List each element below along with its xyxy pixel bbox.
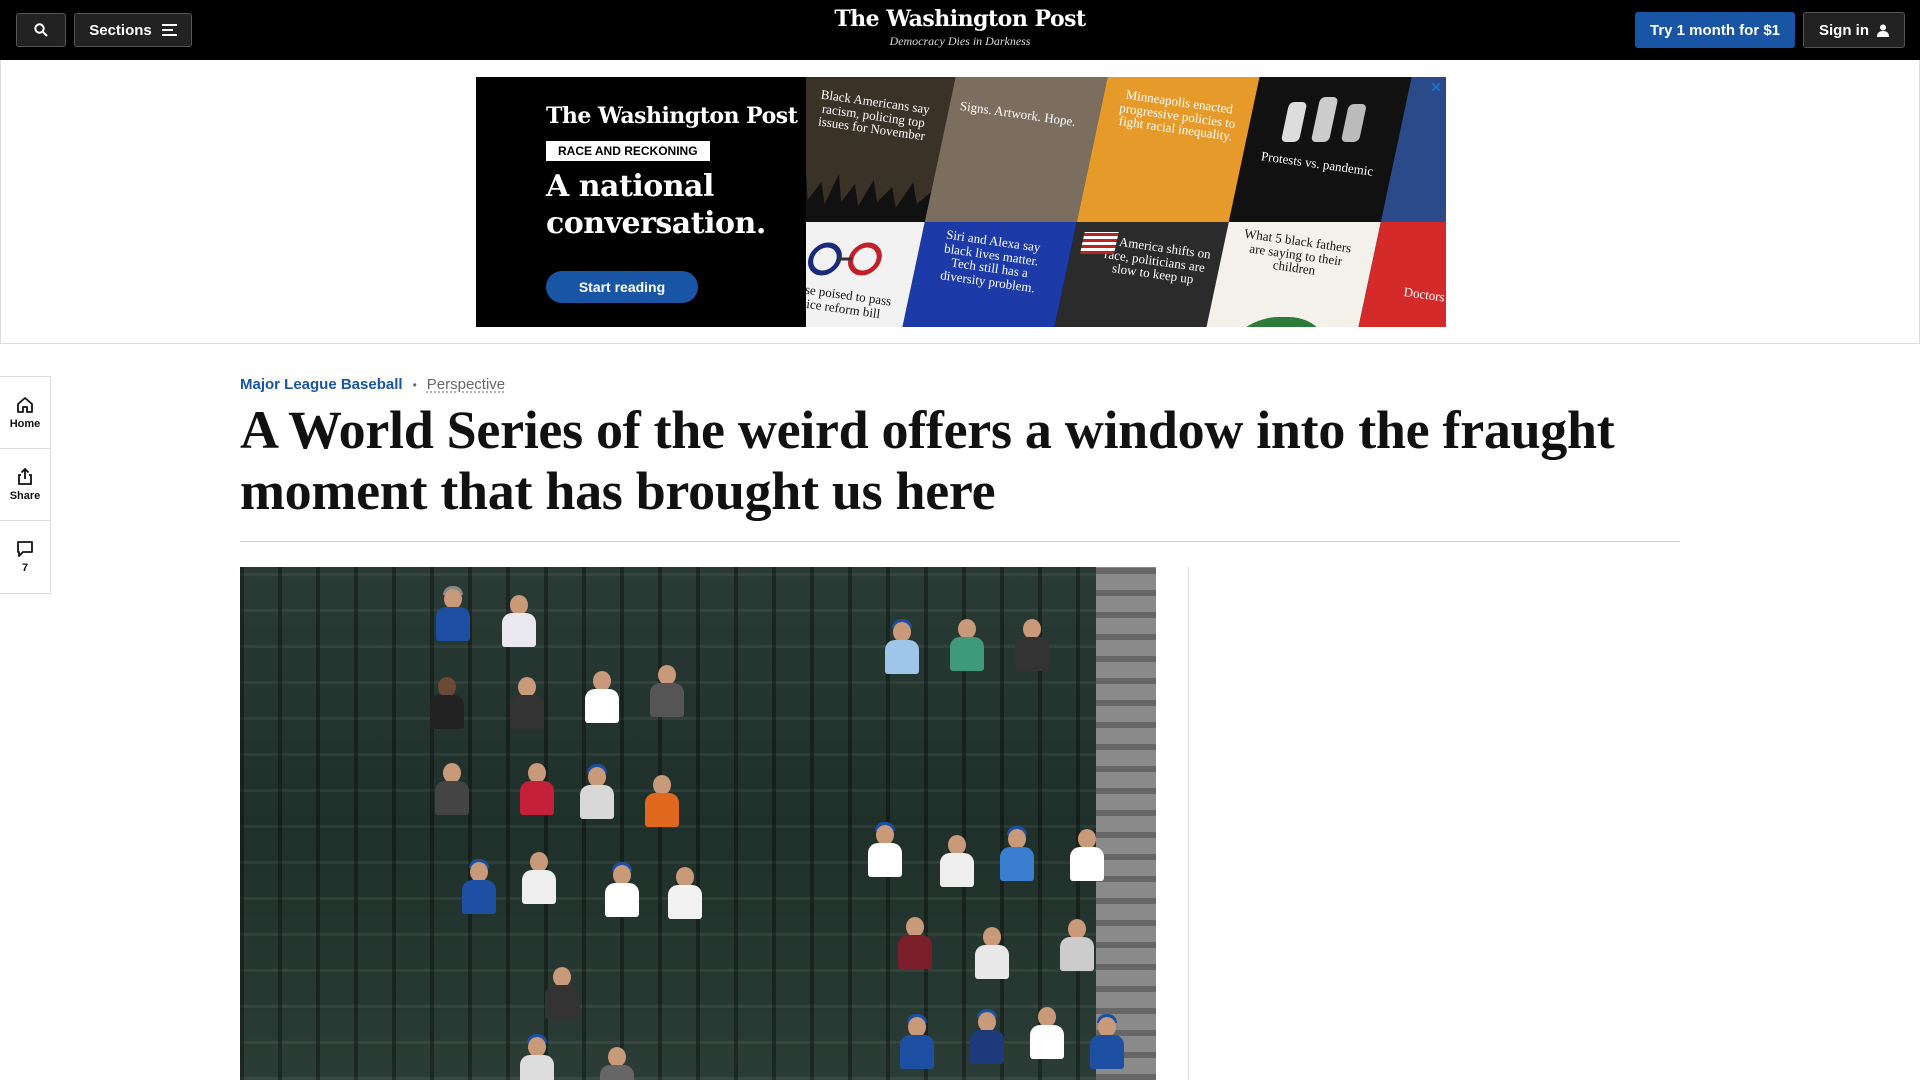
fan-figure <box>1090 1014 1124 1069</box>
fan-figure <box>435 763 469 815</box>
signin-label: Sign in <box>1819 21 1869 39</box>
fan-figure <box>1000 826 1034 881</box>
article-headline: A World Series of the weird offers a win… <box>240 400 1615 521</box>
fan-figure <box>950 619 984 671</box>
left-rail: Home Share 7 <box>0 376 51 594</box>
perspective-label[interactable]: Perspective <box>427 376 505 393</box>
sidebar-divider <box>1188 567 1189 1080</box>
subscribe-button[interactable]: Try 1 month for $1 <box>1635 12 1795 48</box>
ad-banner[interactable]: Black Americans say racism, policing top… <box>476 77 1446 327</box>
section-link[interactable]: Major League Baseball <box>240 376 403 393</box>
sections-button[interactable]: Sections <box>74 13 192 47</box>
menu-icon <box>161 24 177 36</box>
fan-figure <box>522 852 556 904</box>
stadium-stairs <box>1096 567 1156 1080</box>
fan-figure <box>645 775 679 827</box>
raised-fists-image <box>1281 97 1366 142</box>
rail-home-button[interactable]: Home <box>0 377 50 449</box>
ad-tile: Minneapolis enacted progressive policies… <box>1076 77 1260 222</box>
fan-figure <box>520 763 554 815</box>
fan-figure <box>430 677 464 729</box>
rail-comments-button[interactable]: 7 <box>0 521 50 593</box>
ad-collage: Black Americans say racism, policing top… <box>741 77 1446 327</box>
ad-container: Black Americans say racism, policing top… <box>0 60 1920 344</box>
masthead[interactable]: The Washington Post Democracy Dies in Da… <box>760 6 1160 49</box>
separator-dot: • <box>412 377 417 392</box>
ad-headline: A national conversation. <box>546 169 766 241</box>
top-nav: Sections The Washington Post Democracy D… <box>0 0 1920 60</box>
home-icon <box>17 396 33 413</box>
flag-image <box>1080 232 1119 254</box>
ad-tile: Protests vs. pandemic <box>1228 77 1412 222</box>
comment-icon <box>17 541 33 557</box>
arc-image <box>1217 317 1339 327</box>
ad-tile: As America shifts on race, politicians a… <box>1045 222 1229 327</box>
fan-figure <box>502 595 536 647</box>
share-icon <box>18 467 32 485</box>
sections-label: Sections <box>89 21 152 39</box>
fan-figure <box>462 859 496 914</box>
fan-figure <box>520 1034 554 1080</box>
article-kicker: Major League Baseball • Perspective <box>240 376 505 393</box>
fan-figure <box>970 1009 1004 1064</box>
ad-tile: What 5 black fathers are saying to their… <box>1197 222 1381 327</box>
fan-figure <box>900 1014 934 1069</box>
fan-figure <box>1070 829 1104 881</box>
rail-comments-count: 7 <box>21 562 29 574</box>
fan-figure <box>868 822 902 877</box>
site-logo[interactable]: The Washington Post <box>760 6 1160 32</box>
ad-tile: Siri and Alexa say black lives matter. T… <box>893 222 1077 327</box>
fan-figure <box>1060 919 1094 971</box>
fan-figure <box>885 619 919 674</box>
search-button[interactable] <box>16 13 66 47</box>
fan-figure <box>975 927 1009 979</box>
fan-figure <box>668 867 702 919</box>
fan-figure <box>1015 619 1049 671</box>
search-icon <box>34 23 48 37</box>
fan-figure <box>545 967 579 1019</box>
fan-figure <box>1030 1007 1064 1059</box>
signin-button[interactable]: Sign in <box>1803 12 1905 48</box>
handcuffs-image <box>808 242 882 276</box>
fan-figure <box>605 862 639 917</box>
ad-close-icon[interactable]: ✕ <box>1430 79 1442 96</box>
fan-figure <box>585 671 619 723</box>
tagline: Democracy Dies in Darkness <box>889 34 1031 48</box>
fan-figure <box>600 1047 634 1080</box>
fan-figure <box>940 835 974 887</box>
user-icon <box>1877 24 1889 37</box>
header-divider <box>240 541 1680 542</box>
ad-logo: The Washington Post <box>546 103 798 129</box>
fan-figure <box>898 917 932 969</box>
rail-home-label: Home <box>9 417 41 430</box>
rail-share-label: Share <box>9 489 41 502</box>
fan-figure <box>580 764 614 819</box>
fan-figure <box>510 677 544 729</box>
ad-tile: Signs. Artwork. Hope. <box>924 77 1108 222</box>
ad-kicker: RACE AND RECKONING <box>546 141 710 161</box>
fan-figure <box>650 665 684 717</box>
lead-photo[interactable] <box>240 567 1156 1080</box>
ad-start-reading-button[interactable]: Start reading <box>546 271 698 303</box>
fan-figure <box>436 586 470 641</box>
rail-share-button[interactable]: Share <box>0 449 50 521</box>
